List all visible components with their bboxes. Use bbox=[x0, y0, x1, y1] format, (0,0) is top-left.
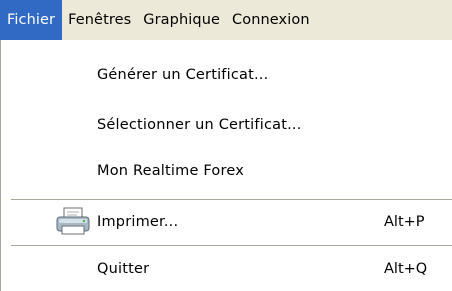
shortcut-label: Alt+Q bbox=[384, 261, 428, 277]
menu-item-imprimer[interactable]: Imprimer... Alt+P bbox=[1, 203, 452, 241]
menu-item-label: Générer un Certificat... bbox=[97, 67, 269, 83]
menu-connexion[interactable]: Connexion bbox=[226, 0, 316, 40]
menu-item-mon-realtime-forex[interactable]: Mon Realtime Forex bbox=[1, 152, 452, 190]
menu-bar: Fichier Fenêtres Graphique Connexion bbox=[0, 0, 452, 40]
menu-separator bbox=[11, 199, 452, 200]
menu-item-selectionner-certificat[interactable]: Sélectionner un Certificat... bbox=[1, 106, 452, 144]
shortcut-label: Alt+P bbox=[384, 214, 425, 230]
menu-fenetres[interactable]: Fenêtres bbox=[62, 0, 137, 40]
printer-icon bbox=[53, 206, 93, 238]
menu-item-quitter[interactable]: Quitter Alt+Q bbox=[1, 250, 452, 288]
menu-fichier[interactable]: Fichier bbox=[0, 0, 63, 40]
menu-item-label: Quitter bbox=[97, 261, 150, 277]
menu-item-label: Mon Realtime Forex bbox=[97, 163, 244, 179]
menu-item-label: Sélectionner un Certificat... bbox=[97, 117, 302, 133]
menu-item-generer-certificat[interactable]: Générer un Certificat... bbox=[1, 56, 452, 94]
fichier-dropdown-menu: Générer un Certificat... Sélectionner un… bbox=[0, 40, 452, 291]
menu-item-label: Imprimer... bbox=[97, 214, 179, 230]
menu-separator bbox=[11, 245, 452, 246]
menu-graphique[interactable]: Graphique bbox=[137, 0, 226, 40]
